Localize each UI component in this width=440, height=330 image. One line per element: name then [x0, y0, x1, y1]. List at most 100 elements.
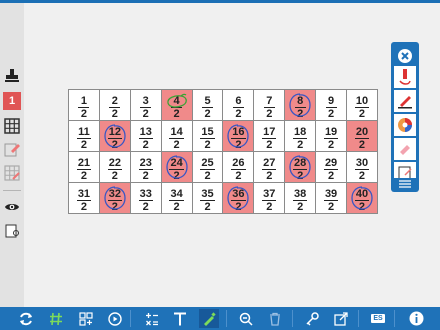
number-badge[interactable]: 1: [3, 92, 21, 110]
zoom-out-icon[interactable]: [236, 309, 256, 328]
key-icon[interactable]: [302, 309, 322, 328]
fraction: 27 2: [262, 157, 277, 182]
fraction: 21 2: [76, 157, 92, 182]
numerator: 38: [293, 187, 308, 201]
fraction-cell[interactable]: 92: [315, 89, 348, 121]
fraction: 52: [202, 95, 213, 120]
fraction-cell[interactable]: 32 2: [98, 182, 131, 214]
fraction-cell[interactable]: 34 2: [160, 182, 193, 214]
text-icon[interactable]: [170, 309, 190, 328]
fraction-grid: 1 2 2 2 3 2 4 2 5 2 6 2 7 2 8 2 9 2 10 2 11 2 12 2 13 2 14 2 15 2 16 2 1…: [68, 89, 378, 214]
pen-icon[interactable]: [199, 309, 219, 328]
export-icon[interactable]: [331, 309, 351, 328]
fraction-cell[interactable]: 16 2: [222, 120, 255, 152]
fraction: 34 2: [169, 188, 184, 213]
fraction-cell[interactable]: 22 2: [98, 151, 131, 183]
numerator: 6: [232, 95, 244, 108]
eraser-icon[interactable]: [394, 138, 416, 160]
operations-icon[interactable]: [142, 309, 162, 328]
fraction-cell[interactable]: 12: [68, 89, 100, 121]
grid-row: 11 2 12 2 13 2 14 2 15 2 16 2 17 2 18 2 19 2 20 2: [68, 120, 378, 152]
numerator: 9: [325, 95, 337, 108]
fraction: 22 2: [107, 156, 122, 182]
fraction-cell[interactable]: 24 2: [160, 151, 193, 183]
fraction-cell[interactable]: 18 2: [284, 120, 317, 152]
menu-icon[interactable]: [394, 178, 416, 190]
fraction-cell[interactable]: 26 2: [222, 151, 255, 183]
fraction-cell[interactable]: 40 2: [346, 182, 378, 214]
fraction: 22: [109, 95, 121, 120]
play-icon[interactable]: [105, 309, 125, 328]
keyboard-label: ES: [371, 314, 385, 323]
fraction-cell[interactable]: 14 2: [160, 120, 193, 152]
fraction-cell[interactable]: 25 2: [191, 151, 224, 183]
fraction: 28 2: [293, 157, 308, 182]
grid-icon[interactable]: [3, 117, 21, 135]
color-wheel-icon[interactable]: [394, 114, 416, 136]
toolbar-divider: [292, 310, 293, 327]
fraction-cell[interactable]: 23 2: [129, 151, 162, 183]
fraction: 25 2: [200, 157, 215, 182]
fraction: 12 2: [107, 126, 122, 151]
close-icon[interactable]: [394, 45, 416, 67]
numerator: 17: [262, 125, 277, 139]
fraction-cell[interactable]: 15 2: [191, 120, 224, 152]
fraction-cell[interactable]: 33 2: [129, 182, 162, 214]
note-icon[interactable]: [3, 222, 21, 240]
fraction: 29 2: [323, 156, 339, 182]
denominator: 2: [142, 200, 149, 213]
fraction-cell[interactable]: 36 2: [222, 182, 255, 214]
fraction-cell[interactable]: 22: [98, 89, 131, 121]
denominator: 2: [173, 138, 180, 151]
number-badge-label: 1: [8, 95, 16, 107]
fraction-cell[interactable]: 35 2: [191, 182, 224, 214]
fraction-cell[interactable]: 10 2: [346, 89, 378, 121]
fraction-cell[interactable]: 27 2: [253, 151, 286, 183]
stamp-icon[interactable]: [3, 67, 21, 85]
denominator: 2: [142, 169, 149, 182]
numerator: 29: [323, 156, 339, 170]
grid-add-icon[interactable]: [76, 309, 96, 328]
fraction-cell[interactable]: 37 2: [253, 182, 286, 214]
fraction-cell[interactable]: 82: [284, 89, 317, 121]
fraction-cell[interactable]: 12 2: [98, 120, 131, 152]
fraction: 38 2: [293, 187, 308, 213]
fraction: 82: [294, 95, 306, 120]
fraction: 17 2: [262, 125, 277, 151]
fraction-cell[interactable]: 17 2: [253, 120, 286, 152]
denominator: 2: [80, 169, 87, 182]
eraser-grid-icon[interactable]: [3, 140, 21, 158]
refresh-icon[interactable]: [16, 309, 36, 328]
fraction-cell[interactable]: 42: [160, 89, 193, 121]
fraction-cell[interactable]: 30 2: [346, 151, 378, 183]
fraction-cell[interactable]: 72: [253, 89, 286, 121]
fraction-cell[interactable]: 13 2: [129, 120, 162, 152]
fraction-cell[interactable]: 32: [129, 89, 162, 121]
fraction-cell[interactable]: 31 2: [68, 182, 100, 214]
pen-highlighter-icon[interactable]: [394, 90, 416, 112]
fraction-cell[interactable]: 21 2: [68, 151, 100, 183]
info-icon[interactable]: [406, 309, 426, 328]
fraction-cell[interactable]: 20 2: [346, 120, 378, 152]
fraction-cell[interactable]: 39 2: [315, 182, 348, 214]
fraction-cell[interactable]: 29 2: [315, 151, 348, 183]
fraction-cell[interactable]: 11 2: [68, 120, 100, 152]
hash-icon[interactable]: [46, 309, 66, 328]
fraction-cell[interactable]: 62: [222, 89, 255, 121]
trash-icon[interactable]: [265, 309, 285, 328]
eye-icon[interactable]: [3, 198, 21, 216]
denominator: 2: [142, 107, 149, 120]
keyboard-icon[interactable]: ES: [368, 309, 388, 328]
numerator: 22: [107, 156, 122, 170]
grid-disabled-icon[interactable]: [3, 164, 21, 182]
fraction: 20 2: [354, 126, 370, 151]
fraction-cell[interactable]: 28 2: [284, 151, 317, 183]
denominator: 2: [297, 107, 304, 120]
numerator: 13: [138, 125, 153, 139]
denominator: 2: [80, 200, 87, 213]
fraction-cell[interactable]: 52: [191, 89, 224, 121]
fraction-cell[interactable]: 19 2: [315, 120, 348, 152]
fraction: 14 2: [169, 126, 184, 151]
pen-red-icon[interactable]: [394, 66, 416, 88]
fraction-cell[interactable]: 38 2: [284, 182, 317, 214]
